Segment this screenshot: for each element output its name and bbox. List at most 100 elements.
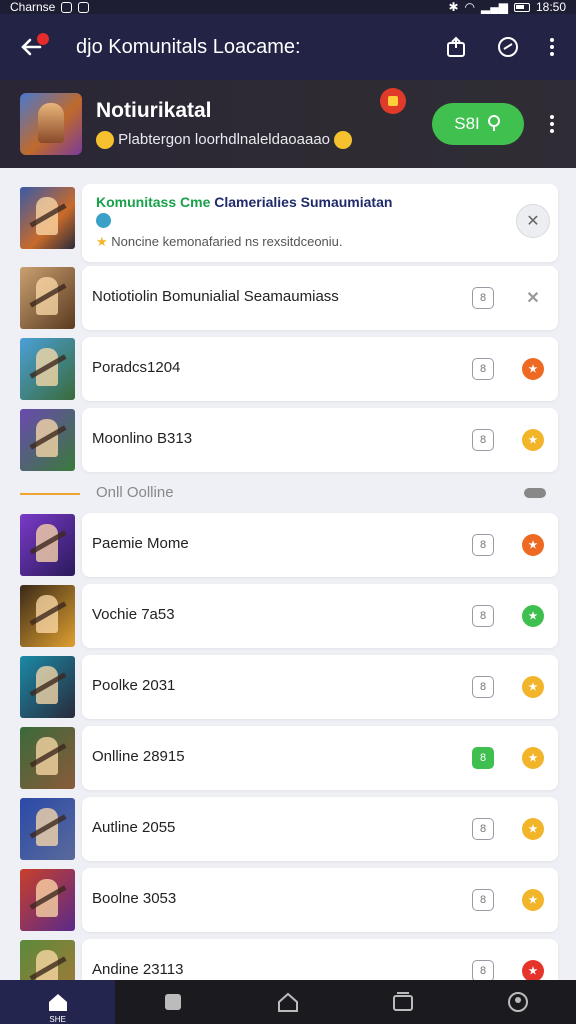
list-item[interactable]: Poolke 2031 8 ★ <box>0 655 576 719</box>
list-item-card[interactable]: Autline 2055 8 ★ <box>82 797 558 861</box>
chat-icon <box>498 37 518 57</box>
tag-box-icon[interactable]: 8 <box>472 605 494 627</box>
tag-box-icon[interactable]: 8 <box>472 358 494 380</box>
game-thumbnail <box>20 267 75 329</box>
orange-status-icon[interactable]: ★ <box>522 358 544 380</box>
share-button[interactable] <box>440 31 472 63</box>
list-item[interactable]: Onlline 28915 8 ★ <box>0 726 576 790</box>
list-item-title: Paemie Mome <box>92 535 189 552</box>
game-thumbnail <box>20 338 75 400</box>
app-bar: djo Komunitals Loacame: <box>0 14 576 80</box>
notification-dot <box>37 33 49 45</box>
featured-title: Komunitass Cme Clamerialies Sumaumiatan <box>96 194 396 228</box>
star-icon: ★ <box>96 234 108 249</box>
orange-status-icon[interactable]: ★ <box>522 534 544 556</box>
divider-label: Onll Oolline <box>96 484 174 501</box>
game-thumbnail <box>20 656 75 718</box>
list-item[interactable]: Poradcs1204 8 ★ <box>0 337 576 401</box>
list-item[interactable]: Vochie 7a53 8 ★ <box>0 584 576 648</box>
gift-icon[interactable] <box>380 88 406 114</box>
yellow-status-icon[interactable]: ★ <box>522 429 544 451</box>
list-item[interactable]: Moonlino B313 8 ★ <box>0 408 576 472</box>
profile-subtitle-row: Plabtergon loorhdlnaleldaoaaao <box>96 130 432 150</box>
yellow-status-icon[interactable]: ★ <box>522 747 544 769</box>
more-options-button[interactable] <box>544 35 560 59</box>
profile-more-button[interactable] <box>544 112 560 136</box>
list-item[interactable]: Paemie Mome 8 ★ <box>0 513 576 577</box>
tag-box-icon[interactable]: 8 <box>472 818 494 840</box>
list-item-card[interactable]: Boolne 3053 8 ★ <box>82 868 558 932</box>
list-item-title: Onlline 28915 <box>92 748 185 765</box>
wifi-icon: ◠ <box>464 0 475 14</box>
list-item-title: Autline 2055 <box>92 819 176 836</box>
featured-title-rest: Clamerialies Sumaumiatan <box>210 194 393 210</box>
featured-card[interactable]: Komunitass Cme Clamerialies Sumaumiatan … <box>82 184 558 262</box>
list-item-card[interactable]: Notiotiolin Bomunialial Seamaumiass 8 ✕ <box>82 266 558 330</box>
online-divider: Onll Oolline <box>0 480 576 504</box>
house-outline-icon <box>278 992 298 1012</box>
verified-icon <box>96 212 111 228</box>
chat-button[interactable] <box>492 31 524 63</box>
toggle-icon[interactable] <box>524 488 546 498</box>
featured-subtitle: ★ Noncine kemonafaried ns rexsitdceoniu. <box>96 234 343 250</box>
list-item-title: Andine 23113 <box>92 961 184 978</box>
list-item-card[interactable]: Vochie 7a53 8 ★ <box>82 584 558 648</box>
red-status-icon[interactable]: ★ <box>522 960 544 982</box>
tag-box-icon[interactable]: 8 <box>472 429 494 451</box>
square-icon <box>164 994 181 1010</box>
nav-house[interactable] <box>230 980 345 1024</box>
profile-subtitle: Plabtergon loorhdlnaleldaoaaao <box>118 130 331 148</box>
profile-avatar <box>20 93 82 155</box>
nav-recents[interactable] <box>346 980 461 1024</box>
list-item-card[interactable]: Onlline 28915 8 ★ <box>82 726 558 790</box>
back-button[interactable] <box>16 32 49 62</box>
list-item-title: Poradcs1204 <box>92 359 181 376</box>
tag-box-icon[interactable]: 8 <box>472 287 494 309</box>
dismiss-button[interactable]: ✕ <box>516 204 550 238</box>
list-item[interactable]: Autline 2055 8 ★ <box>0 797 576 861</box>
featured-subtitle-text: Noncine kemonafaried ns rexsitdceoniu. <box>111 234 343 249</box>
tag-box-icon[interactable]: 8 <box>472 960 494 982</box>
green-status-icon[interactable]: ★ <box>522 605 544 627</box>
nav-profile[interactable] <box>461 980 576 1024</box>
list-item-card[interactable]: Moonlino B313 8 ★ <box>82 408 558 472</box>
bottom-nav: SHE <box>0 980 576 1024</box>
tag-box-icon[interactable]: 8 <box>472 889 494 911</box>
signal-icon: ▂▄▆ <box>481 0 508 14</box>
list-item-title: Poolke 2031 <box>92 677 176 694</box>
list-item-title: Notiotiolin Bomunialial Seamaumiass <box>92 288 339 305</box>
status-pill-button[interactable]: S8I <box>432 103 524 145</box>
tag-box-icon[interactable]: 8 <box>472 676 494 698</box>
tag-box-icon[interactable]: 8 <box>472 534 494 556</box>
share-icon <box>447 36 465 57</box>
clock-text: 18:50 <box>535 0 566 14</box>
tag-box-icon[interactable]: 8 <box>472 747 494 769</box>
pill-button-label: S8I <box>454 114 480 133</box>
list-item-card[interactable]: Poradcs1204 8 ★ <box>82 337 558 401</box>
nav-home[interactable]: SHE <box>0 980 116 1024</box>
game-thumbnail <box>20 514 75 576</box>
app-title: djo Komunitals Loacame: <box>76 35 301 58</box>
yellow-status-icon[interactable]: ★ <box>522 818 544 840</box>
close-icon: ✕ <box>526 213 540 230</box>
featured-row[interactable]: Komunitass Cme Clamerialies Sumaumiatan … <box>0 184 576 264</box>
list-item[interactable]: Boolne 3053 8 ★ <box>0 868 576 932</box>
game-thumbnail <box>20 409 75 471</box>
status-bar: Charnse ✱ ◠ ▂▄▆ 18:50 <box>0 0 576 14</box>
game-thumbnail <box>20 798 75 860</box>
app-notification-icon <box>61 1 73 13</box>
list-item-card[interactable]: Paemie Mome 8 ★ <box>82 513 558 577</box>
nav-stop[interactable] <box>115 980 230 1024</box>
home-icon <box>48 994 67 1011</box>
nav-home-label: SHE <box>49 1015 66 1024</box>
grin-emoji-icon <box>334 131 353 150</box>
remove-icon[interactable]: ✕ <box>522 287 544 309</box>
list-item[interactable]: Notiotiolin Bomunialial Seamaumiass 8 ✕ <box>0 266 576 330</box>
list-item-card[interactable]: Poolke 2031 8 ★ <box>82 655 558 719</box>
featured-thumbnail <box>20 187 75 249</box>
game-thumbnail <box>20 585 75 647</box>
yellow-status-icon[interactable]: ★ <box>522 889 544 911</box>
list-item-title: Moonlino B313 <box>92 430 193 447</box>
yellow-status-icon[interactable]: ★ <box>522 676 544 698</box>
featured-title-accent: Komunitass Cme <box>96 194 211 210</box>
